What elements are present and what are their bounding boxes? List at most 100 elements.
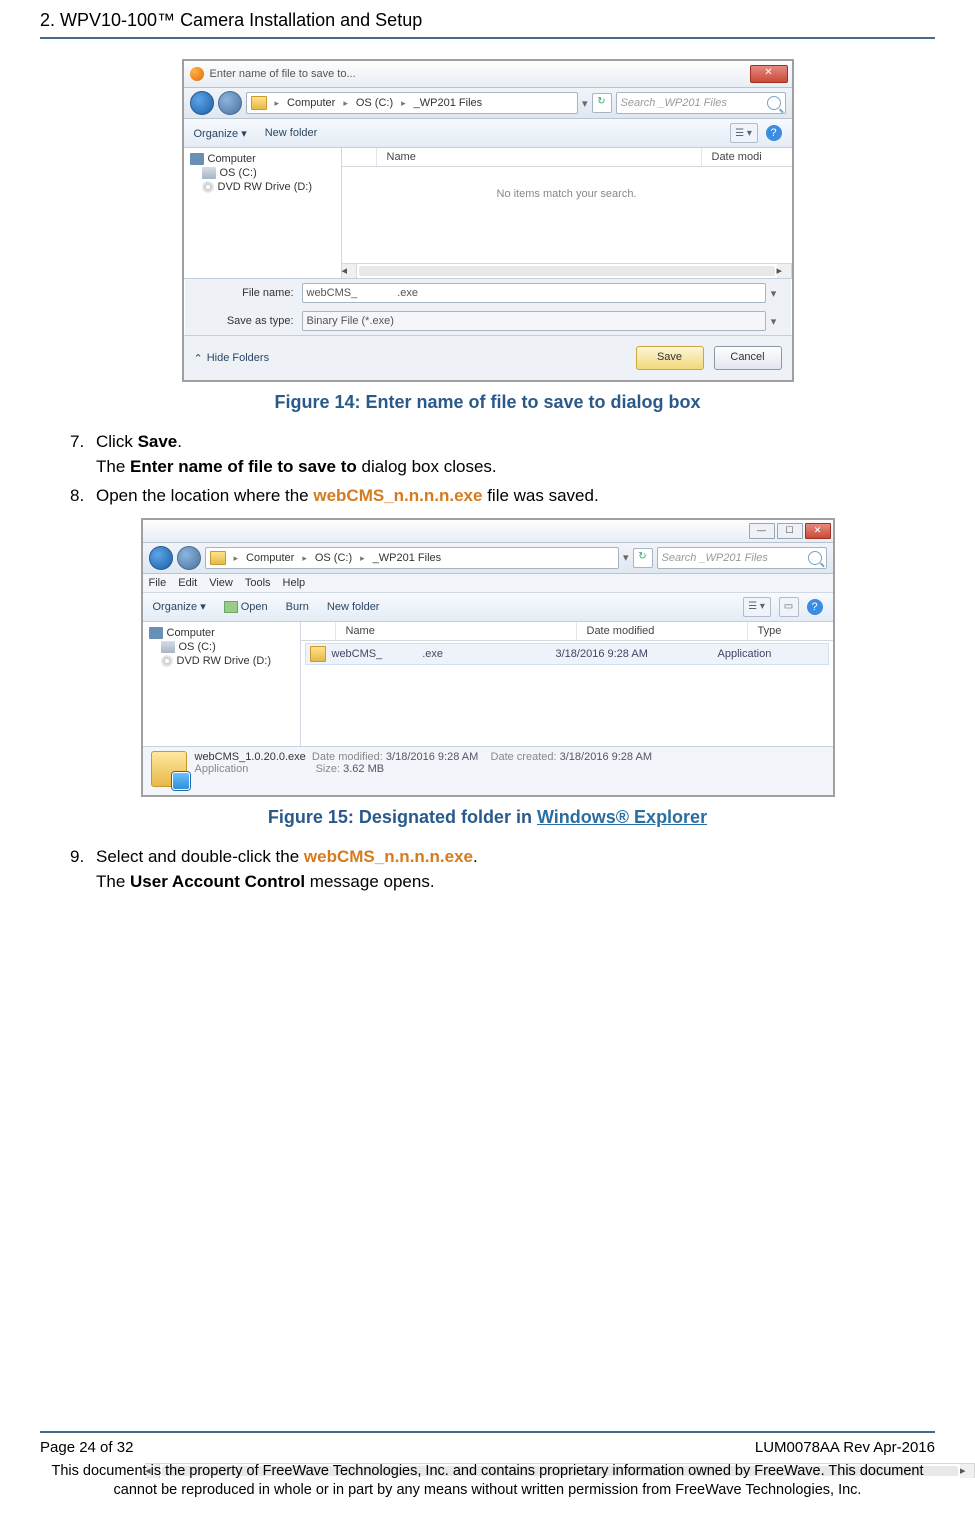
open-button[interactable]: Open [224,601,268,613]
dialog-titlebar: Enter name of file to save to... ✕ [184,61,792,88]
filename-input[interactable]: webCMS_ .exe [302,283,766,303]
filename-dropdown[interactable]: ▾ [766,287,782,300]
file-list: Name Date modified Type webCMS_.exe 3/18… [301,622,833,746]
col-name[interactable]: Name [377,148,702,166]
menu-tools[interactable]: Tools [245,577,271,589]
filename-label: File name: [194,287,302,299]
hide-folders-toggle[interactable]: ⌃ Hide Folders [194,352,270,365]
file-large-icon [151,751,187,787]
crumb-computer[interactable]: Computer [246,552,294,564]
search-icon [808,551,822,565]
tree-dvd[interactable]: DVD RW Drive (D:) [190,180,335,194]
explorer-window: — ☐ ✕ Computer OS (C:) _WP201 Files ▾ ↻ [141,518,835,797]
search-input[interactable]: Search _WP201 Files [657,547,827,569]
crumb-folder[interactable]: _WP201 Files [414,97,482,109]
legal-text: This document is the property of FreeWav… [40,1462,935,1500]
menu-view[interactable]: View [209,577,233,589]
details-pane: webCMS_1.0.20.0.exe Date modified: 3/18/… [143,746,833,795]
step-7: 7. Click Save. The Enter name of file to… [70,431,935,479]
dialog-body: Computer OS (C:) DVD RW Drive (D:) Name … [184,148,792,279]
explorer-addressbar: Computer OS (C:) _WP201 Files ▾ ↻ Search… [143,543,833,574]
preview-button[interactable]: ▭ [779,597,799,617]
section-header: 2. WPV10-100™ Camera Installation and Se… [40,10,935,39]
scrollbar[interactable]: ◂▸ [342,263,792,278]
tree-computer[interactable]: Computer [149,626,294,640]
filename-row: File name: webCMS_ .exe ▾ [184,279,792,307]
explorer-body: Computer OS (C:) DVD RW Drive (D:) Name … [143,622,833,746]
forward-button[interactable] [218,91,242,115]
crumb-computer[interactable]: Computer [287,97,335,109]
folder-tree: Computer OS (C:) DVD RW Drive (D:) [143,622,301,746]
dialog-toolbar: Organize ▾ New folder ☰ ▾ ? [184,119,792,148]
col-name[interactable]: Name [336,622,577,640]
disk-icon [202,167,216,179]
file-list: Name Date modi No items match your searc… [342,148,792,278]
breadcrumb[interactable]: Computer OS (C:) _WP201 Files [246,92,578,114]
search-icon [767,96,781,110]
cancel-button[interactable]: Cancel [714,346,782,370]
filetype-input[interactable]: Binary File (*.exe) [302,311,766,331]
menu-help[interactable]: Help [283,577,306,589]
step-9: 9. Select and double-click the webCMS_n.… [70,846,935,894]
tree-computer[interactable]: Computer [190,152,335,166]
save-button[interactable]: Save [636,346,704,370]
chevron-up-icon: ⌃ [194,352,203,365]
newfolder-button[interactable]: New folder [327,601,380,613]
close-icon[interactable]: ✕ [750,65,788,83]
computer-icon [149,627,163,639]
col-date[interactable]: Date modi [702,148,792,166]
save-as-dialog: Enter name of file to save to... ✕ Compu… [182,59,794,382]
help-icon[interactable]: ? [766,125,782,141]
button-row: ⌃ Hide Folders Save Cancel [184,335,792,380]
forward-button[interactable] [177,546,201,570]
organize-button[interactable]: Organize ▾ [153,600,206,613]
folder-tree: Computer OS (C:) DVD RW Drive (D:) [184,148,342,278]
view-button[interactable]: ☰ ▾ [743,597,771,617]
back-button[interactable] [149,546,173,570]
doc-revision: LUM0078AA Rev Apr-2016 [755,1439,935,1456]
crumb-folder[interactable]: _WP201 Files [373,552,441,564]
column-headers: Name Date modi [342,148,792,167]
col-type[interactable]: Type [748,622,833,640]
tree-os[interactable]: OS (C:) [149,640,294,654]
breadcrumb[interactable]: Computer OS (C:) _WP201 Files [205,547,619,569]
figure-14: Enter name of file to save to... ✕ Compu… [40,59,935,382]
tree-os[interactable]: OS (C:) [190,166,335,180]
burn-button[interactable]: Burn [286,601,309,613]
search-placeholder: Search _WP201 Files [621,97,727,109]
close-button[interactable]: ✕ [805,523,831,539]
refresh-button[interactable]: ↻ [592,93,612,113]
help-icon[interactable]: ? [807,599,823,615]
tree-dvd[interactable]: DVD RW Drive (D:) [149,654,294,668]
step-8: 8. Open the location where the webCMS_n.… [70,485,935,508]
detail-filename: webCMS_1.0.20.0.exe [195,751,306,763]
dvd-icon [161,655,173,667]
refresh-button[interactable]: ↻ [633,548,653,568]
page-footer: Page 24 of 32 LUM0078AA Rev Apr-2016 Thi… [40,1431,935,1500]
newfolder-button[interactable]: New folder [265,127,318,139]
search-input[interactable]: Search _WP201 Files [616,92,786,114]
col-date[interactable]: Date modified [577,622,748,640]
crumb-os[interactable]: OS (C:) [315,552,352,564]
dialog-title: Enter name of file to save to... [210,68,356,80]
exe-icon [310,646,326,662]
maximize-button[interactable]: ☐ [777,523,803,539]
folder-icon [251,96,267,110]
menu-bar: File Edit View Tools Help [143,574,833,593]
minimize-button[interactable]: — [749,523,775,539]
filetype-dropdown[interactable]: ▾ [766,315,782,328]
filetype-row: Save as type: Binary File (*.exe) ▾ [184,307,792,335]
dvd-icon [202,181,214,193]
folder-icon [210,551,226,565]
figure-14-caption: Figure 14: Enter name of file to save to… [40,392,935,413]
view-button[interactable]: ☰ ▾ [730,123,758,143]
window-controls: — ☐ ✕ [143,520,833,543]
back-button[interactable] [190,91,214,115]
crumb-os[interactable]: OS (C:) [356,97,393,109]
menu-file[interactable]: File [149,577,167,589]
column-headers: Name Date modified Type [301,622,833,641]
organize-button[interactable]: Organize ▾ [194,127,247,140]
file-row-selected[interactable]: webCMS_.exe 3/18/2016 9:28 AM Applicatio… [305,643,829,665]
menu-edit[interactable]: Edit [178,577,197,589]
empty-message: No items match your search. [342,188,792,200]
